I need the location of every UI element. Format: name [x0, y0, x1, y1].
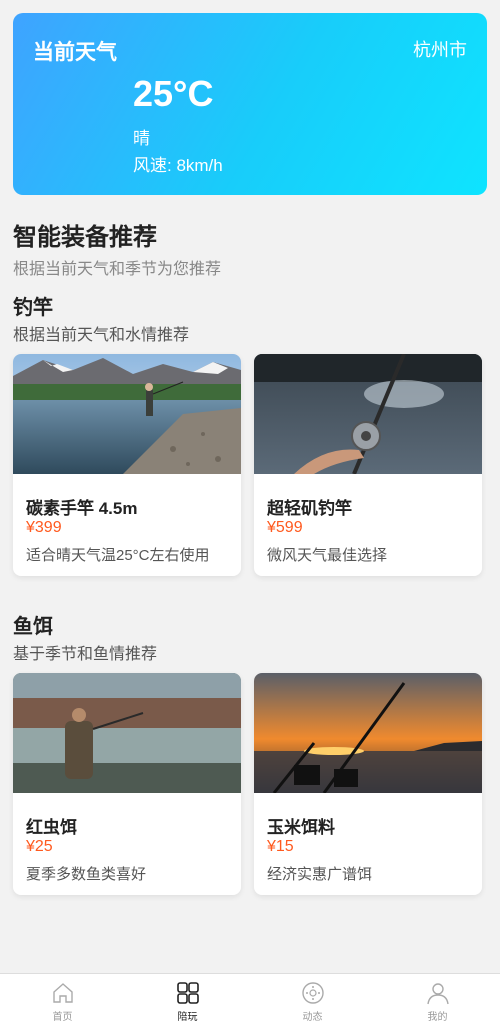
product-description: 适合晴天气温25°C左右使用	[26, 547, 210, 564]
tab-companion[interactable]: 陪玩	[125, 974, 250, 1023]
product-description: 夏季多数鱼类喜好	[26, 866, 147, 883]
product-image-fly-fishing	[13, 673, 241, 793]
weather-title: 当前天气	[33, 41, 117, 64]
home-icon	[52, 983, 73, 1003]
section-subtitle: 根据当前天气和季节为您推荐	[13, 261, 222, 278]
moments-icon	[301, 982, 324, 1004]
category-subtitle-rods: 根据当前天气和水情推荐	[13, 327, 190, 344]
tab-label: 我的	[427, 1012, 448, 1023]
product-name: 玉米饵料	[267, 818, 335, 837]
product-image-sunset-rods	[254, 673, 482, 793]
category-subtitle-bait: 基于季节和鱼情推荐	[13, 646, 158, 663]
category-title-rods: 钓竿	[13, 297, 53, 319]
weather-card: 当前天气 杭州市 25°C 晴 风速: 8km/h	[13, 13, 487, 195]
product-name: 红虫饵	[26, 818, 77, 837]
product-card[interactable]: 红虫饵 ¥25 夏季多数鱼类喜好	[13, 673, 241, 895]
user-icon	[426, 983, 449, 1005]
wind-speed: 风速: 8km/h	[133, 156, 223, 175]
product-description: 经济实惠广谱饵	[267, 866, 373, 883]
product-name: 碳素手竿 4.5m	[26, 499, 138, 518]
tab-label: 陪玩	[177, 1012, 198, 1023]
temperature: 25°C	[133, 73, 214, 114]
product-price: ¥25	[26, 838, 53, 855]
tab-home[interactable]: 首页	[0, 974, 125, 1023]
product-price: ¥15	[267, 838, 294, 855]
product-price: ¥399	[26, 519, 62, 536]
tab-profile[interactable]: 我的	[375, 974, 500, 1023]
product-name: 超轻矶钓竿	[267, 499, 352, 518]
product-image-river-fishing	[13, 354, 241, 474]
section-title: 智能装备推荐	[13, 224, 157, 251]
product-description: 微风天气最佳选择	[267, 547, 388, 564]
product-image-reel-closeup	[254, 354, 482, 474]
category-title-bait: 鱼饵	[13, 616, 53, 638]
tab-label: 动态	[302, 1012, 323, 1023]
grid-icon	[176, 982, 199, 1004]
product-price: ¥599	[267, 519, 303, 536]
product-card[interactable]: 玉米饵料 ¥15 经济实惠广谱饵	[254, 673, 482, 895]
tab-moments[interactable]: 动态	[250, 974, 375, 1023]
bottom-tab-bar: 首页 陪玩 动态 我的	[0, 973, 500, 1023]
product-card[interactable]: 碳素手竿 4.5m ¥399 适合晴天气温25°C左右使用	[13, 354, 241, 576]
city-selector[interactable]: 杭州市	[413, 36, 467, 62]
tab-label: 首页	[52, 1012, 73, 1023]
product-card[interactable]: 超轻矶钓竿 ¥599 微风天气最佳选择	[254, 354, 482, 576]
weather-condition: 晴	[133, 129, 150, 148]
